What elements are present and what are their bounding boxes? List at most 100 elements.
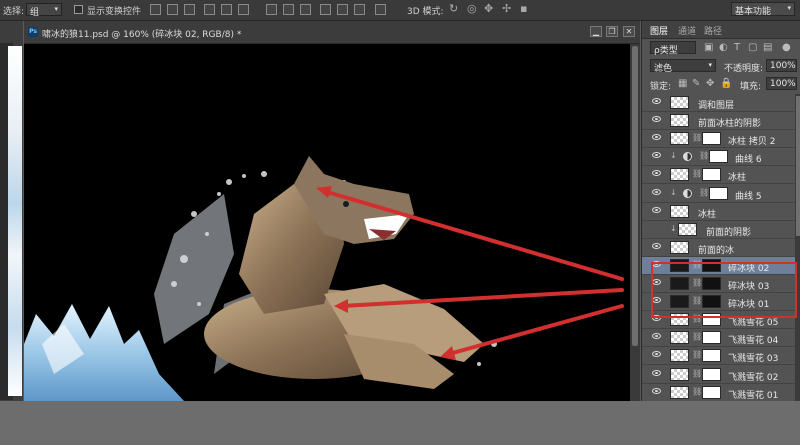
link-icon[interactable]: ⛓ <box>692 169 702 178</box>
minimize-button[interactable]: ▁ <box>590 26 602 37</box>
layer-thumbnail[interactable] <box>670 349 689 363</box>
filter-toggle-icon[interactable]: ● <box>782 42 791 53</box>
workspace-dropdown[interactable]: 基本功能 ▾ <box>731 2 795 17</box>
tab-channels[interactable]: 通道 <box>678 24 696 37</box>
layer-thumbnail[interactable] <box>678 222 697 236</box>
distribute-top-icon[interactable] <box>266 4 277 15</box>
tab-layers[interactable]: 图层 <box>650 24 668 37</box>
fill-label: 填充: <box>740 82 762 92</box>
link-icon[interactable]: ⛓ <box>692 350 702 359</box>
eye-icon[interactable] <box>652 98 661 104</box>
layer-row[interactable]: ⛓ 冰柱 拷贝 2 <box>642 130 795 149</box>
lock-all-icon[interactable]: 🔒 <box>720 78 732 89</box>
layer-row[interactable]: ↓ 前面的阴影 <box>642 220 795 239</box>
eye-icon[interactable] <box>652 242 661 249</box>
link-icon[interactable]: ⛓ <box>692 332 702 341</box>
distribute-vcenter-icon[interactable] <box>283 4 294 15</box>
eye-icon[interactable] <box>652 206 661 213</box>
layer-mask-thumbnail[interactable] <box>702 331 721 345</box>
smart-object-filter-icon[interactable]: ▤ <box>763 42 772 53</box>
align-vcenter-icon[interactable] <box>167 4 178 15</box>
distribute-bottom-icon[interactable] <box>300 4 311 15</box>
eye-icon[interactable] <box>652 351 661 358</box>
type-filter-icon[interactable]: T <box>734 42 740 53</box>
layer-mask-thumbnail[interactable] <box>702 349 721 363</box>
layer-thumbnail[interactable] <box>670 168 689 182</box>
eye-icon[interactable] <box>652 387 661 394</box>
link-icon[interactable]: ⛓ <box>692 369 702 378</box>
layer-thumbnail[interactable] <box>670 96 689 109</box>
layer-mask-thumbnail[interactable] <box>702 385 721 399</box>
layer-row[interactable]: ⛓ 飞溅雪花 02 <box>642 365 795 384</box>
layer-row[interactable]: 前面的冰 <box>642 238 795 257</box>
layer-mask-thumbnail[interactable] <box>702 132 721 146</box>
eye-icon[interactable] <box>652 134 661 141</box>
distribute-left-icon[interactable] <box>320 4 331 15</box>
eye-icon[interactable] <box>652 170 661 177</box>
vertical-scrollbar[interactable] <box>630 44 640 401</box>
layer-row[interactable]: 前面冰柱的阴影 <box>642 112 795 131</box>
link-icon[interactable]: ⛓ <box>692 387 702 396</box>
3d-rotate-icon[interactable]: ↻ <box>449 2 458 15</box>
close-button[interactable]: ✕ <box>623 26 635 37</box>
link-icon[interactable]: ⛓ <box>692 133 702 142</box>
layer-thumbnail[interactable] <box>670 132 689 146</box>
align-bottom-icon[interactable] <box>184 4 195 15</box>
document-title-bar[interactable]: Ps 啸冰的狼11.psd @ 160% (碎冰块 02, RGB/8) * ▁… <box>24 21 640 44</box>
align-right-icon[interactable] <box>238 4 249 15</box>
eye-icon[interactable] <box>652 116 661 123</box>
lock-transparent-icon[interactable]: ▦ <box>678 78 687 89</box>
scrollbar-thumb[interactable] <box>796 96 800 236</box>
layer-thumbnail[interactable] <box>670 204 689 218</box>
3d-pan-icon[interactable]: ✥ <box>484 2 493 15</box>
layer-row[interactable]: ⛓ 飞溅雪花 01 <box>642 383 795 401</box>
auto-select-dropdown[interactable]: 组 ▾ <box>26 3 62 18</box>
align-hcenter-icon[interactable] <box>221 4 232 15</box>
layer-thumbnail[interactable] <box>670 385 689 399</box>
scrollbar-thumb[interactable] <box>632 46 638 346</box>
layer-row[interactable]: ⛓ 飞溅雪花 03 <box>642 347 795 366</box>
shape-filter-icon[interactable]: ▢ <box>748 42 757 53</box>
eye-icon[interactable] <box>652 152 661 159</box>
align-left-icon[interactable] <box>204 4 215 15</box>
canvas[interactable] <box>24 44 630 401</box>
layer-thumbnail[interactable] <box>670 114 689 128</box>
adjustment-filter-icon[interactable]: ◐ <box>719 42 728 53</box>
auto-align-icon[interactable] <box>375 4 386 15</box>
layer-row[interactable]: ⛓ 冰柱 <box>642 166 795 185</box>
layer-mask-thumbnail[interactable] <box>709 186 728 200</box>
eye-icon[interactable] <box>652 188 661 195</box>
lock-position-icon[interactable]: ✥ <box>706 78 714 89</box>
tab-paths[interactable]: 路径 <box>704 24 722 37</box>
layer-thumbnail[interactable] <box>670 240 689 254</box>
layer-row[interactable]: 调和图层 <box>642 94 795 112</box>
restore-button[interactable]: ❐ <box>606 26 618 37</box>
layer-mask-thumbnail[interactable] <box>702 168 721 182</box>
filter-kind-dropdown[interactable]: ρ类型 <box>650 41 696 56</box>
layer-row[interactable]: 冰柱 <box>642 202 795 221</box>
3d-scale-icon[interactable]: ▪ <box>520 2 527 15</box>
3d-roll-icon[interactable]: ◎ <box>467 2 477 15</box>
layer-thumbnail[interactable] <box>670 367 689 381</box>
3d-slide-icon[interactable]: ✢ <box>502 2 511 15</box>
link-icon[interactable]: ⛓ <box>699 151 709 160</box>
layer-row[interactable]: ⛓ 飞溅雪花 04 <box>642 329 795 348</box>
layer-mask-thumbnail[interactable] <box>709 150 728 164</box>
fill-input[interactable]: 100% <box>766 77 797 90</box>
show-transform-checkbox[interactable] <box>74 5 83 14</box>
layers-scrollbar[interactable] <box>795 94 800 401</box>
pixel-filter-icon[interactable]: ▣ <box>704 42 713 53</box>
eye-icon[interactable] <box>652 333 661 340</box>
lock-image-icon[interactable]: ✎ <box>692 78 700 89</box>
align-top-icon[interactable] <box>150 4 161 15</box>
layer-row[interactable]: ↓ ⛓ 曲线 5 <box>642 184 795 203</box>
opacity-input[interactable]: 100% <box>766 59 797 72</box>
layer-thumbnail[interactable] <box>670 331 689 345</box>
layer-mask-thumbnail[interactable] <box>702 367 721 381</box>
eye-icon[interactable] <box>652 369 661 376</box>
distribute-right-icon[interactable] <box>354 4 365 15</box>
layer-row[interactable]: ↓ ⛓ 曲线 6 <box>642 148 795 167</box>
distribute-hcenter-icon[interactable] <box>337 4 348 15</box>
link-icon[interactable]: ⛓ <box>699 188 709 197</box>
blend-mode-dropdown[interactable]: 滤色 ▾ <box>650 59 716 74</box>
